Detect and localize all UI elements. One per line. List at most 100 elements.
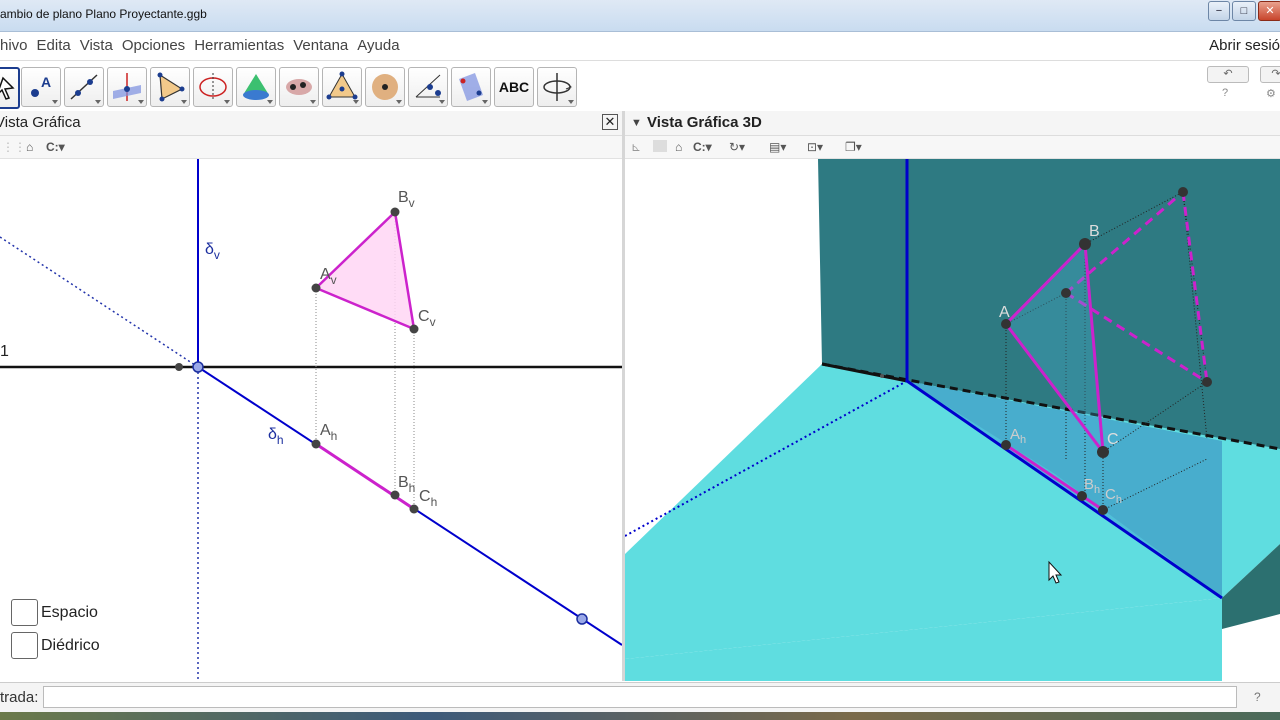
point-bv[interactable]	[390, 207, 400, 217]
graphics-view-3d[interactable]: B A C Ah Bh Ch	[625, 159, 1280, 681]
window-title: ambio de plano Plano Proyectante.ggb	[0, 7, 207, 21]
point-bv-3d[interactable]	[1178, 187, 1188, 197]
undo-button[interactable]: ↶	[1207, 66, 1249, 83]
label-ah: Ah	[320, 422, 337, 443]
point-ground-left[interactable]	[175, 363, 183, 371]
menu-herramientas[interactable]: Herramientas	[194, 32, 284, 60]
minimize-button[interactable]: −	[1208, 1, 1230, 21]
point-bh[interactable]	[390, 490, 400, 500]
tool-sphere[interactable]	[365, 67, 405, 107]
rotate-view-icon	[543, 73, 572, 101]
home-icon[interactable]: ⌂	[675, 140, 682, 154]
tool-point[interactable]: A	[21, 67, 61, 107]
sign-in-link[interactable]: Abrir sesió	[1209, 37, 1280, 54]
view2d-header: Vista Gráfica ✕	[0, 111, 622, 136]
view3d-title: Vista Gráfica 3D	[647, 114, 762, 131]
tool-rotate-view[interactable]	[537, 67, 577, 107]
close-view-icon[interactable]: ✕	[602, 114, 618, 130]
menu-archivo[interactable]: hivo	[0, 32, 28, 60]
home-icon[interactable]: ⌂	[26, 140, 33, 154]
text-tool-label: ABC	[498, 79, 530, 95]
grid-plane-icon[interactable]	[653, 140, 667, 152]
checkbox-diedrico[interactable]	[11, 632, 38, 659]
line-dotted-extension	[0, 236, 199, 368]
projection-icon[interactable]: ❐▾	[845, 140, 862, 154]
tool-pyramid[interactable]	[322, 67, 362, 107]
point-icon: A	[31, 74, 51, 97]
tool-reflect[interactable]	[451, 67, 491, 107]
label-ground-line: 1	[0, 343, 9, 360]
checkbox-diedrico-label: Diédrico	[41, 637, 100, 654]
input-label: trada:	[0, 689, 39, 706]
label-bh: Bh	[398, 474, 415, 495]
pyramid-icon	[326, 71, 358, 100]
label-ch: Ch	[419, 488, 437, 509]
view2d-title: Vista Gráfica	[0, 114, 81, 131]
collapse-icon[interactable]: ▼	[631, 111, 642, 135]
point-capture-icon[interactable]: C:▾	[693, 140, 712, 154]
point-cv-3d[interactable]	[1202, 377, 1212, 387]
settings-icon[interactable]: ⚙	[1266, 87, 1276, 100]
menubar: hivo Edita Vista Opciones Herramientas Ventan…	[0, 32, 1280, 61]
input-field[interactable]	[43, 686, 1237, 708]
label-b-3d: B	[1089, 223, 1100, 240]
rotate-view-icon[interactable]: ↻▾	[729, 140, 745, 154]
menu-ventana[interactable]: Ventana	[293, 32, 348, 60]
close-button[interactable]: ✕	[1258, 1, 1280, 21]
tool-polygon[interactable]	[150, 67, 190, 107]
label-c-3d: C	[1107, 431, 1119, 448]
point-ah[interactable]	[311, 439, 321, 449]
tool-angle[interactable]	[408, 67, 448, 107]
tool-perpendicular[interactable]	[107, 67, 147, 107]
redo-button[interactable]: ↷	[1260, 66, 1280, 83]
input-help-icon[interactable]: ?	[1254, 690, 1261, 704]
tool-cone[interactable]	[236, 67, 276, 107]
point-ground-3d	[880, 374, 884, 378]
angle-icon	[415, 74, 441, 98]
label-cv: Cv	[418, 308, 436, 329]
menu-vista[interactable]: Vista	[80, 32, 113, 60]
toolbar: A ABC	[0, 61, 1280, 112]
tool-circle[interactable]	[193, 67, 233, 107]
point-ch[interactable]	[409, 504, 419, 514]
menu-opciones[interactable]: Opciones	[122, 32, 185, 60]
menu-ayuda[interactable]: Ayuda	[357, 32, 399, 60]
view2d-canvas: Bv Av Cv Ah Bh Ch δv δh 1	[0, 159, 622, 681]
point-av[interactable]	[311, 283, 321, 293]
tool-intersect[interactable]	[279, 67, 319, 107]
point-line-handle[interactable]	[576, 613, 588, 625]
view-direction-icon[interactable]: ▤▾	[769, 140, 786, 154]
perpendicular-line-icon	[113, 73, 141, 101]
circle-axis-icon	[199, 73, 227, 101]
maximize-button[interactable]: □	[1232, 1, 1256, 21]
triangle-vertical-projection[interactable]	[313, 209, 416, 332]
point-cv[interactable]	[409, 324, 419, 334]
label-bv: Bv	[398, 189, 415, 210]
window-titlebar: ambio de plano Plano Proyectante.ggb − □…	[0, 0, 1280, 32]
graphics-view-2d[interactable]: Bv Av Cv Ah Bh Ch δv δh 1 Espacio Diédri…	[0, 159, 622, 681]
label-delta-v: δv	[205, 241, 220, 262]
svg-text:A: A	[41, 74, 51, 90]
tool-move[interactable]	[0, 67, 20, 109]
point-origin[interactable]	[192, 361, 204, 373]
clipping-icon[interactable]: ⊡▾	[807, 140, 823, 154]
menu-edita[interactable]: Edita	[37, 32, 71, 60]
tool-line[interactable]	[64, 67, 104, 107]
point-av-3d[interactable]	[1061, 288, 1071, 298]
checkbox-espacio-label: Espacio	[41, 604, 98, 621]
input-bar: trada: ?	[0, 682, 1280, 713]
sphere-icon	[372, 74, 398, 100]
grid-toggle-icon[interactable]: ⋮⋮	[2, 140, 26, 154]
cone-icon	[243, 74, 269, 100]
point-capture-icon[interactable]: C:▾	[46, 140, 65, 154]
point-ch-3d[interactable]	[1098, 505, 1108, 515]
axes-toggle-icon[interactable]: ⊾	[631, 140, 641, 154]
help-icon[interactable]: ?	[1222, 87, 1228, 99]
tool-text[interactable]: ABC	[494, 67, 534, 107]
view3d-canvas: B A C Ah Bh Ch	[625, 159, 1280, 681]
view3d-header: ▼ Vista Gráfica 3D	[625, 111, 1280, 136]
move-arrow-icon	[0, 76, 15, 100]
checkbox-espacio[interactable]	[11, 599, 38, 626]
view3d-stylebar: ⊾ ⌂ C:▾ ↻▾ ▤▾ ⊡▾ ❐▾	[625, 136, 1280, 159]
polygon-icon	[157, 72, 185, 102]
